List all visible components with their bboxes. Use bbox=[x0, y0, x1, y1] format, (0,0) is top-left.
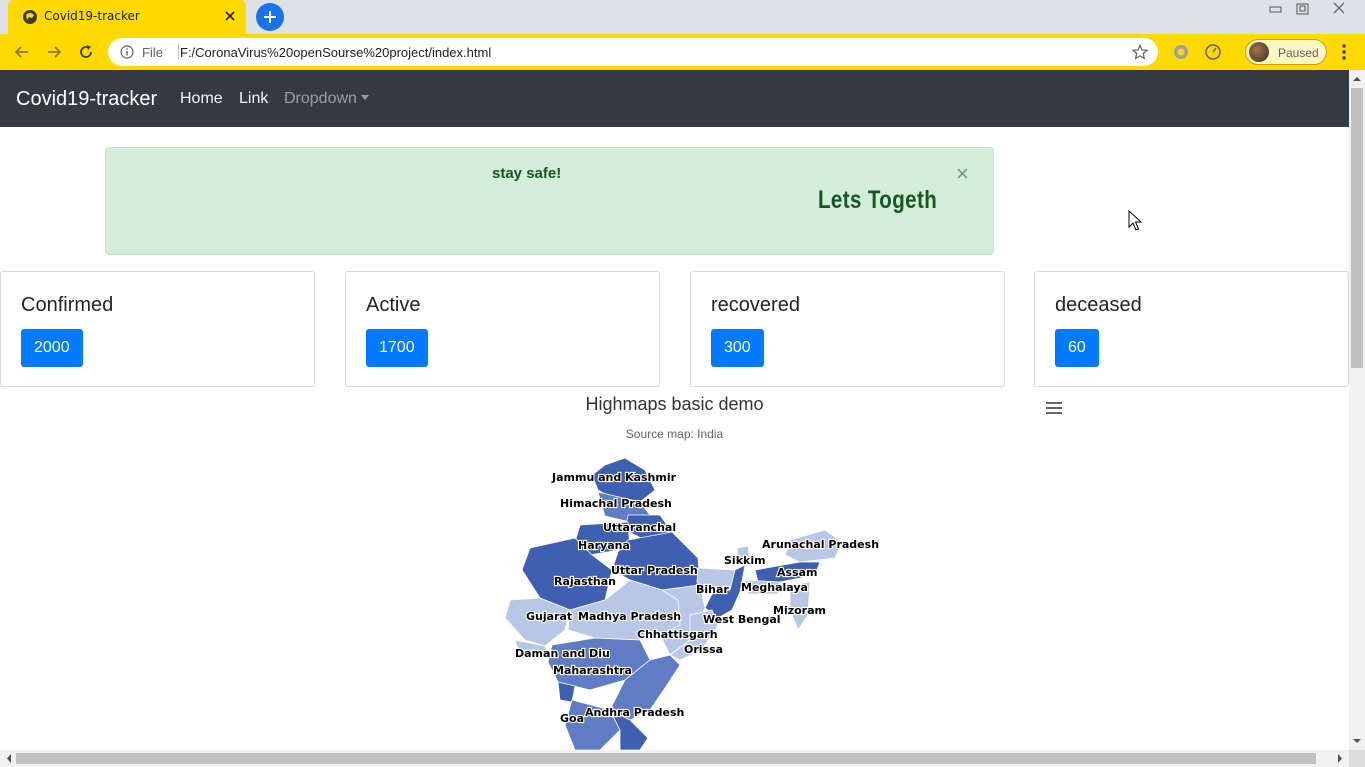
map-label: Andhra Pradesh bbox=[585, 706, 684, 719]
bookmark-star-icon[interactable] bbox=[1132, 44, 1148, 60]
plus-icon bbox=[264, 11, 276, 23]
horizontal-scrollbar[interactable] bbox=[0, 750, 1349, 767]
minimize-button[interactable] bbox=[1262, 0, 1290, 18]
map-label: Sikkim bbox=[724, 554, 766, 567]
map-label: Orissa bbox=[684, 643, 723, 656]
map-label: Meghalaya bbox=[741, 581, 808, 594]
restore-icon bbox=[1296, 3, 1309, 15]
page-viewport: Covid19-tracker Home Link Dropdown stay … bbox=[0, 70, 1349, 750]
new-tab-button[interactable] bbox=[256, 3, 284, 31]
address-bar[interactable]: File F:/CoronaVirus%20openSourse%20proje… bbox=[108, 38, 1158, 66]
back-arrow-icon[interactable] bbox=[13, 43, 31, 61]
map-label: Mizoram bbox=[773, 604, 826, 617]
profile-button[interactable]: Paused bbox=[1245, 39, 1327, 65]
map-label: Uttar Pradesh bbox=[611, 564, 698, 577]
map-region-goa[interactable] bbox=[557, 681, 576, 703]
india-map[interactable]: Jammu and Kashmir Himachal Pradesh Uttar… bbox=[0, 70, 1349, 750]
scrollbar-corner bbox=[1349, 750, 1365, 767]
separator bbox=[178, 44, 179, 60]
info-icon[interactable] bbox=[120, 45, 134, 59]
browser-tab[interactable]: Covid19-tracker bbox=[8, 0, 246, 34]
map-label: Bihar bbox=[696, 583, 729, 596]
close-tab-icon[interactable] bbox=[222, 8, 238, 24]
map-label: Haryana bbox=[578, 539, 630, 552]
minimize-icon bbox=[1269, 6, 1282, 13]
map-label: West Bengal bbox=[703, 613, 781, 626]
close-icon bbox=[1333, 2, 1345, 14]
forward-arrow-icon[interactable] bbox=[45, 43, 63, 61]
horizontal-scroll-thumb[interactable] bbox=[16, 753, 1316, 764]
avatar bbox=[1249, 42, 1269, 62]
reload-icon[interactable] bbox=[77, 43, 95, 61]
map-label: Maharashtra bbox=[553, 664, 632, 677]
scroll-down-icon[interactable] bbox=[1349, 734, 1365, 748]
vertical-scroll-thumb[interactable] bbox=[1351, 88, 1363, 368]
tab-title: Covid19-tracker bbox=[44, 9, 140, 23]
map-label: Arunachal Pradesh bbox=[762, 538, 879, 551]
browser-menu-icon[interactable] bbox=[1336, 43, 1352, 61]
speedometer-icon[interactable] bbox=[1205, 44, 1221, 60]
mouse-cursor-icon bbox=[1128, 210, 1142, 231]
map-label: Madhya Pradesh bbox=[578, 610, 681, 623]
map-label: Uttaranchal bbox=[603, 521, 676, 534]
extension-icon[interactable] bbox=[1173, 44, 1189, 60]
map-label: Daman and Diu bbox=[515, 647, 610, 660]
close-window-button[interactable] bbox=[1325, 0, 1353, 18]
vertical-scrollbar[interactable] bbox=[1349, 70, 1365, 750]
map-label: Rajasthan bbox=[554, 575, 616, 588]
restore-button[interactable] bbox=[1290, 0, 1318, 18]
globe-icon bbox=[23, 10, 37, 24]
browser-titlebar: Covid19-tracker bbox=[0, 0, 1365, 34]
map-label: Goa bbox=[560, 712, 584, 725]
map-label: Chhattisgarh bbox=[637, 628, 718, 641]
file-scheme-label: File bbox=[142, 45, 163, 60]
scroll-right-icon[interactable] bbox=[1333, 750, 1347, 767]
browser-toolbar: File F:/CoronaVirus%20openSourse%20proje… bbox=[0, 34, 1365, 70]
profile-status: Paused bbox=[1278, 46, 1319, 60]
scroll-left-icon[interactable] bbox=[2, 750, 16, 767]
url-text[interactable]: F:/CoronaVirus%20openSourse%20project/in… bbox=[180, 45, 491, 60]
map-label: Assam bbox=[777, 566, 818, 579]
scroll-up-icon[interactable] bbox=[1349, 72, 1365, 86]
map-label: Himachal Pradesh bbox=[560, 497, 672, 510]
map-label: Jammu and Kashmir bbox=[551, 471, 677, 484]
map-label: Gujarat bbox=[526, 610, 572, 623]
